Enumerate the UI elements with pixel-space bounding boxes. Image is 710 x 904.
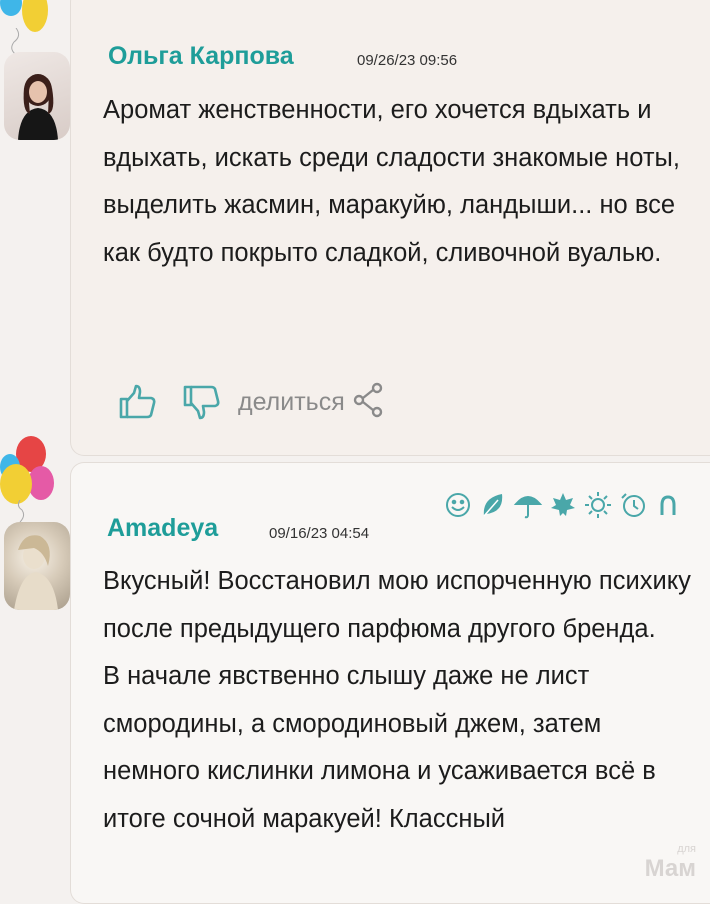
avatar[interactable]: [4, 52, 70, 140]
comment-date: 09/16/23 04:54: [269, 525, 370, 542]
thumbs-up-icon[interactable]: [118, 382, 158, 422]
comment-paragraph: Вкусный! Восстановил мою испорченную пси…: [103, 567, 691, 643]
comment-paragraph: Аромат женственности, его хочется вдыхат…: [103, 96, 680, 267]
comment-paragraph: В начале явственно слышу даже не лист см…: [103, 662, 656, 833]
share-icon[interactable]: [353, 382, 385, 423]
umbrella-icon[interactable]: [513, 490, 543, 520]
author-name[interactable]: Ольга Карпова: [108, 42, 294, 71]
comment-date: 09/26/23 09:56: [357, 52, 458, 69]
horseshoe-icon[interactable]: [653, 490, 683, 520]
maple-leaf-icon[interactable]: [548, 490, 578, 520]
clock-icon[interactable]: [618, 490, 648, 520]
watermark-logo: для Мам: [644, 843, 696, 882]
mood-icons: [443, 490, 683, 520]
sun-icon[interactable]: [583, 490, 613, 520]
comment-text: Вкусный! Восстановил мою испорченную пси…: [103, 558, 703, 843]
comment-actions: делиться: [118, 380, 385, 424]
comment-text: Аромат женственности, его хочется вдыхат…: [103, 87, 703, 277]
share-button[interactable]: делиться: [238, 388, 345, 417]
leaf-icon[interactable]: [478, 490, 508, 520]
author-name[interactable]: Amadeya: [107, 514, 218, 543]
avatar[interactable]: [4, 522, 70, 610]
thumbs-down-icon[interactable]: [182, 382, 222, 422]
smile-icon[interactable]: [443, 490, 473, 520]
